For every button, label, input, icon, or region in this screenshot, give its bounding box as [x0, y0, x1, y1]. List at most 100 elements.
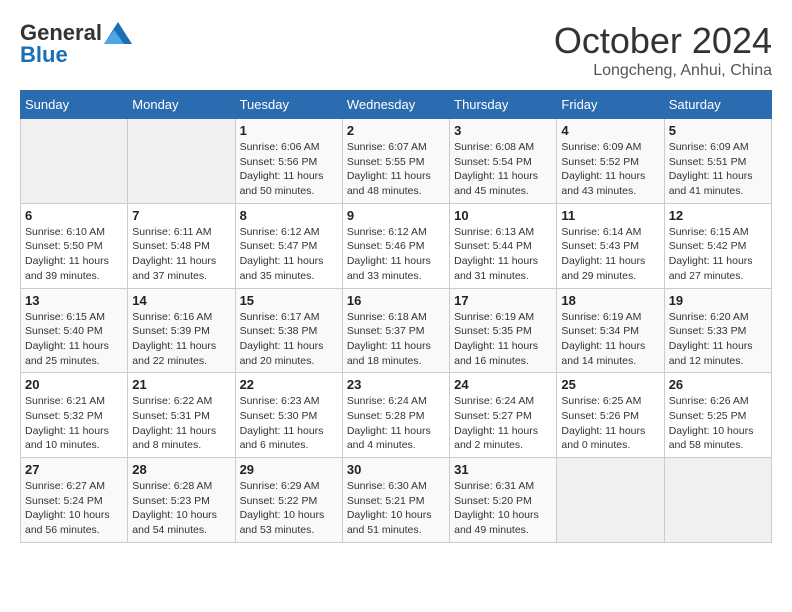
header-row: SundayMondayTuesdayWednesdayThursdayFrid…	[21, 91, 772, 119]
calendar-cell: 5Sunrise: 6:09 AMSunset: 5:51 PMDaylight…	[664, 119, 771, 204]
day-number: 15	[240, 293, 338, 308]
calendar-header: SundayMondayTuesdayWednesdayThursdayFrid…	[21, 91, 772, 119]
calendar-cell: 18Sunrise: 6:19 AMSunset: 5:34 PMDayligh…	[557, 288, 664, 373]
day-number: 24	[454, 377, 552, 392]
day-number: 21	[132, 377, 230, 392]
week-row-1: 1 Sunrise: 6:06 AMSunset: 5:56 PMDaylight…	[21, 119, 772, 204]
column-header-thursday: Thursday	[450, 91, 557, 119]
calendar-cell: 29 Sunrise: 6:29 AMSunset: 5:22 PMDayligh…	[235, 458, 342, 543]
column-header-saturday: Saturday	[664, 91, 771, 119]
calendar-cell: 22Sunrise: 6:23 AMSunset: 5:30 PMDayligh…	[235, 373, 342, 458]
day-info: Sunrise: 6:09 AMSunset: 5:52 PMDaylight:…	[561, 140, 659, 199]
day-info: Sunrise: 6:24 AMSunset: 5:28 PMDaylight:…	[347, 394, 445, 453]
day-number: 12	[669, 208, 767, 223]
calendar-cell: 27Sunrise: 6:27 AMSunset: 5:24 PMDayligh…	[21, 458, 128, 543]
day-info: Sunrise: 6:28 AMSunset: 5:23 PMDaylight:…	[132, 479, 230, 538]
day-info: Sunrise: 6:18 AMSunset: 5:37 PMDaylight:…	[347, 310, 445, 369]
calendar-cell: 6 Sunrise: 6:10 AMSunset: 5:50 PMDaylight…	[21, 203, 128, 288]
day-info: Sunrise: 6:22 AMSunset: 5:31 PMDaylight:…	[132, 394, 230, 453]
day-info: Sunrise: 6:17 AMSunset: 5:38 PMDaylight:…	[240, 310, 338, 369]
day-info: Sunrise: 6:25 AMSunset: 5:26 PMDaylight:…	[561, 394, 659, 453]
calendar-cell: 31 Sunrise: 6:31 AMSunset: 5:20 PMDayligh…	[450, 458, 557, 543]
day-info: Sunrise: 6:15 AMSunset: 5:40 PMDaylight:…	[25, 310, 123, 369]
day-number: 22	[240, 377, 338, 392]
column-header-tuesday: Tuesday	[235, 91, 342, 119]
day-info: Sunrise: 6:13 AMSunset: 5:44 PMDaylight:…	[454, 225, 552, 284]
day-info: Sunrise: 6:19 AMSunset: 5:34 PMDaylight:…	[561, 310, 659, 369]
day-info: Sunrise: 6:12 AMSunset: 5:47 PMDaylight:…	[240, 225, 338, 284]
logo-blue-text: Blue	[20, 42, 68, 68]
calendar-cell: 13 Sunrise: 6:15 AMSunset: 5:40 PMDayligh…	[21, 288, 128, 373]
calendar-cell: 23 Sunrise: 6:24 AMSunset: 5:28 PMDayligh…	[342, 373, 449, 458]
calendar-cell: 3Sunrise: 6:08 AMSunset: 5:54 PMDaylight…	[450, 119, 557, 204]
week-row-3: 13 Sunrise: 6:15 AMSunset: 5:40 PMDayligh…	[21, 288, 772, 373]
calendar-cell	[664, 458, 771, 543]
day-number: 29	[240, 462, 338, 477]
day-info: Sunrise: 6:06 AMSunset: 5:56 PMDaylight:…	[240, 140, 338, 199]
calendar-cell: 16 Sunrise: 6:18 AMSunset: 5:37 PMDayligh…	[342, 288, 449, 373]
calendar-cell: 17 Sunrise: 6:19 AMSunset: 5:35 PMDayligh…	[450, 288, 557, 373]
day-number: 26	[669, 377, 767, 392]
day-info: Sunrise: 6:08 AMSunset: 5:54 PMDaylight:…	[454, 140, 552, 199]
calendar-cell: 12Sunrise: 6:15 AMSunset: 5:42 PMDayligh…	[664, 203, 771, 288]
logo-icon	[104, 22, 132, 44]
calendar-cell: 24 Sunrise: 6:24 AMSunset: 5:27 PMDayligh…	[450, 373, 557, 458]
calendar-cell: 9Sunrise: 6:12 AMSunset: 5:46 PMDaylight…	[342, 203, 449, 288]
calendar-cell: 28 Sunrise: 6:28 AMSunset: 5:23 PMDayligh…	[128, 458, 235, 543]
day-number: 8	[240, 208, 338, 223]
calendar-cell: 26Sunrise: 6:26 AMSunset: 5:25 PMDayligh…	[664, 373, 771, 458]
day-info: Sunrise: 6:14 AMSunset: 5:43 PMDaylight:…	[561, 225, 659, 284]
day-number: 30	[347, 462, 445, 477]
calendar-table: SundayMondayTuesdayWednesdayThursdayFrid…	[20, 90, 772, 543]
day-number: 1	[240, 123, 338, 138]
day-info: Sunrise: 6:07 AMSunset: 5:55 PMDaylight:…	[347, 140, 445, 199]
day-info: Sunrise: 6:20 AMSunset: 5:33 PMDaylight:…	[669, 310, 767, 369]
calendar-cell: 4 Sunrise: 6:09 AMSunset: 5:52 PMDaylight…	[557, 119, 664, 204]
week-row-5: 27Sunrise: 6:27 AMSunset: 5:24 PMDayligh…	[21, 458, 772, 543]
day-number: 19	[669, 293, 767, 308]
day-number: 4	[561, 123, 659, 138]
column-header-monday: Monday	[128, 91, 235, 119]
calendar-cell: 2 Sunrise: 6:07 AMSunset: 5:55 PMDaylight…	[342, 119, 449, 204]
day-number: 28	[132, 462, 230, 477]
day-info: Sunrise: 6:19 AMSunset: 5:35 PMDaylight:…	[454, 310, 552, 369]
title-block: October 2024 Longcheng, Anhui, China	[554, 20, 772, 80]
page-header: General Blue October 2024 Longcheng, Anh…	[20, 20, 772, 80]
day-info: Sunrise: 6:29 AMSunset: 5:22 PMDaylight:…	[240, 479, 338, 538]
day-info: Sunrise: 6:10 AMSunset: 5:50 PMDaylight:…	[25, 225, 123, 284]
logo: General Blue	[20, 20, 132, 68]
day-info: Sunrise: 6:31 AMSunset: 5:20 PMDaylight:…	[454, 479, 552, 538]
day-number: 14	[132, 293, 230, 308]
day-number: 17	[454, 293, 552, 308]
day-number: 20	[25, 377, 123, 392]
day-number: 16	[347, 293, 445, 308]
day-number: 25	[561, 377, 659, 392]
calendar-cell: 10 Sunrise: 6:13 AMSunset: 5:44 PMDayligh…	[450, 203, 557, 288]
day-number: 31	[454, 462, 552, 477]
week-row-2: 6 Sunrise: 6:10 AMSunset: 5:50 PMDaylight…	[21, 203, 772, 288]
day-number: 10	[454, 208, 552, 223]
column-header-friday: Friday	[557, 91, 664, 119]
day-info: Sunrise: 6:12 AMSunset: 5:46 PMDaylight:…	[347, 225, 445, 284]
day-info: Sunrise: 6:11 AMSunset: 5:48 PMDaylight:…	[132, 225, 230, 284]
day-number: 5	[669, 123, 767, 138]
week-row-4: 20 Sunrise: 6:21 AMSunset: 5:32 PMDayligh…	[21, 373, 772, 458]
calendar-cell: 14Sunrise: 6:16 AMSunset: 5:39 PMDayligh…	[128, 288, 235, 373]
month-title: October 2024	[554, 20, 772, 62]
day-info: Sunrise: 6:21 AMSunset: 5:32 PMDaylight:…	[25, 394, 123, 453]
calendar-cell: 20 Sunrise: 6:21 AMSunset: 5:32 PMDayligh…	[21, 373, 128, 458]
day-number: 6	[25, 208, 123, 223]
calendar-cell: 7Sunrise: 6:11 AMSunset: 5:48 PMDaylight…	[128, 203, 235, 288]
day-number: 13	[25, 293, 123, 308]
day-info: Sunrise: 6:24 AMSunset: 5:27 PMDaylight:…	[454, 394, 552, 453]
calendar-cell: 11 Sunrise: 6:14 AMSunset: 5:43 PMDayligh…	[557, 203, 664, 288]
location-text: Longcheng, Anhui, China	[554, 62, 772, 80]
day-number: 11	[561, 208, 659, 223]
calendar-cell	[21, 119, 128, 204]
calendar-cell: 30 Sunrise: 6:30 AMSunset: 5:21 PMDayligh…	[342, 458, 449, 543]
day-number: 2	[347, 123, 445, 138]
column-header-sunday: Sunday	[21, 91, 128, 119]
day-info: Sunrise: 6:30 AMSunset: 5:21 PMDaylight:…	[347, 479, 445, 538]
day-number: 23	[347, 377, 445, 392]
day-number: 27	[25, 462, 123, 477]
